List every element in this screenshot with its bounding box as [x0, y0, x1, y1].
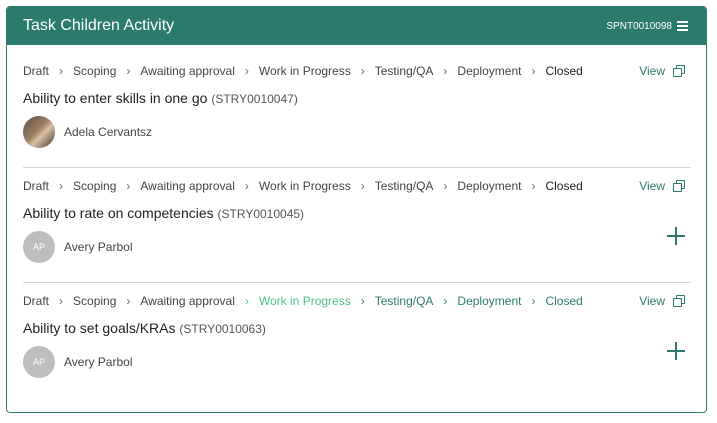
task-children-activity-panel: Task Children Activity SPNT0010098 Draft… [6, 6, 707, 413]
child-task-item: Draft › Scoping › Awaiting approval › Work in … [23, 167, 691, 283]
chevron-right-icon: › [59, 294, 64, 308]
list-icon[interactable] [677, 21, 688, 31]
stage-work-in-progress: Work in Progress [258, 294, 351, 308]
stage-testing-qa: Testing/QA [374, 294, 434, 308]
chevron-right-icon: › [443, 294, 448, 308]
stage-scoping: Scoping [73, 64, 117, 78]
stage-awaiting-approval: Awaiting approval [140, 294, 235, 308]
assignee: Adela Cervantsz [23, 116, 152, 148]
stage-draft: Draft [23, 64, 50, 78]
task-name[interactable]: Ability to enter skills in one go (STRY0… [23, 90, 298, 106]
child-task-item: Draft › Scoping › Awaiting approval › Work in … [23, 52, 691, 168]
chevron-right-icon: › [360, 179, 365, 193]
view-label[interactable]: View [639, 64, 665, 78]
assignee-name: Avery Parbol [64, 240, 133, 254]
avatar: AP [23, 346, 55, 378]
stage-draft: Draft [23, 179, 50, 193]
add-icon[interactable] [667, 342, 685, 360]
chevron-right-icon: › [244, 64, 249, 78]
chevron-right-icon: › [59, 64, 64, 78]
chevron-right-icon: › [126, 64, 131, 78]
chevron-right-icon: › [443, 64, 448, 78]
stage-testing-qa: Testing/QA [374, 64, 434, 78]
copy-icon[interactable] [673, 180, 685, 192]
chevron-right-icon: › [531, 179, 536, 193]
view-label[interactable]: View [639, 179, 665, 193]
stage-draft: Draft [23, 294, 50, 308]
stage-testing-qa: Testing/QA [374, 179, 434, 193]
stage-deployment: Deployment [457, 179, 522, 193]
task-title[interactable]: Ability to enter skills in one go [23, 90, 207, 106]
chevron-right-icon: › [360, 294, 365, 308]
task-title[interactable]: Ability to rate on competencies [23, 205, 214, 221]
stage-breadcrumb: Draft › Scoping › Awaiting approval › Work in … [23, 294, 583, 308]
chevron-right-icon: › [126, 179, 131, 193]
view-link[interactable]: View [639, 64, 685, 78]
chevron-right-icon: › [531, 294, 536, 308]
assignee-name: Adela Cervantsz [64, 125, 153, 139]
panel-title: Task Children Activity [23, 17, 175, 34]
chevron-right-icon: › [244, 294, 249, 308]
task-title[interactable]: Ability to set goals/KRAs [23, 320, 176, 336]
chevron-right-icon: › [443, 179, 448, 193]
task-name[interactable]: Ability to set goals/KRAs (STRY0010063) [23, 320, 266, 336]
stage-awaiting-approval: Awaiting approval [140, 64, 235, 78]
stage-closed: Closed [545, 179, 583, 193]
panel-header: Task Children Activity SPNT0010098 [7, 7, 706, 45]
add-icon[interactable] [667, 227, 685, 245]
child-task-item: Draft › Scoping › Awaiting approval › Work in … [23, 282, 691, 397]
stage-work-in-progress: Work in Progress [258, 179, 351, 193]
task-code: (STRY0010047) [211, 92, 298, 106]
task-name[interactable]: Ability to rate on competencies (STRY001… [23, 205, 304, 221]
avatar: AP [23, 231, 55, 263]
task-code: (STRY0010045) [217, 207, 305, 221]
assignee: AP Avery Parbol [23, 231, 132, 263]
stage-closed: Closed [545, 294, 583, 308]
sprint-ref[interactable]: SPNT0010098 [606, 21, 672, 32]
stage-deployment: Deployment [457, 294, 522, 308]
stage-scoping: Scoping [73, 294, 117, 308]
copy-icon[interactable] [673, 295, 685, 307]
view-label[interactable]: View [639, 294, 665, 308]
chevron-right-icon: › [126, 294, 131, 308]
stage-work-in-progress: Work in Progress [258, 64, 351, 78]
assignee-name: Avery Parbol [64, 355, 133, 369]
stage-deployment: Deployment [457, 64, 522, 78]
stage-breadcrumb: Draft › Scoping › Awaiting approval › Work in … [23, 64, 583, 78]
assignee: AP Avery Parbol [23, 346, 132, 378]
avatar [23, 116, 55, 148]
copy-icon[interactable] [673, 65, 685, 77]
stage-breadcrumb: Draft › Scoping › Awaiting approval › Work in … [23, 179, 583, 193]
stage-scoping: Scoping [73, 179, 117, 193]
chevron-right-icon: › [360, 64, 365, 78]
chevron-right-icon: › [531, 64, 536, 78]
task-code: (STRY0010063) [179, 322, 266, 336]
chevron-right-icon: › [59, 179, 64, 193]
view-link[interactable]: View [639, 179, 685, 193]
view-link[interactable]: View [639, 294, 685, 308]
chevron-right-icon: › [244, 179, 249, 193]
stage-closed: Closed [545, 64, 583, 78]
stage-awaiting-approval: Awaiting approval [140, 179, 235, 193]
